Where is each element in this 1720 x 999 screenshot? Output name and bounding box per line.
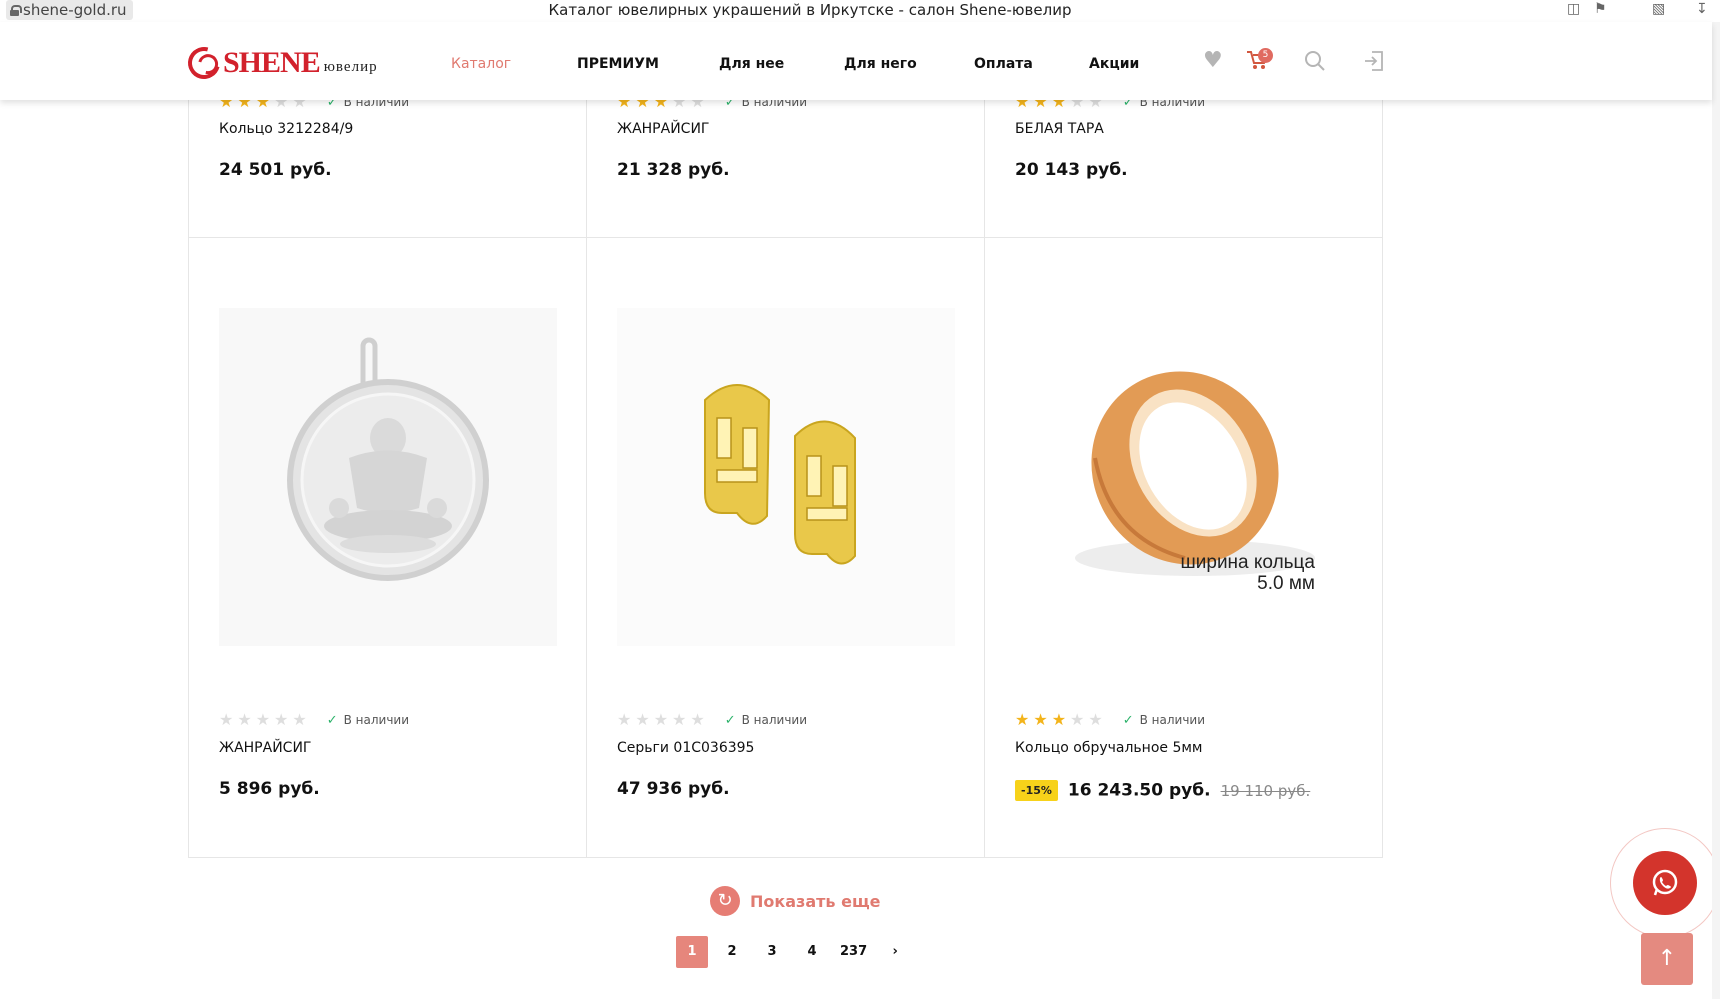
next-page-icon[interactable]: › xyxy=(879,936,911,968)
old-price: 19 110 руб. xyxy=(1220,781,1311,800)
check-icon: ✓ xyxy=(724,712,736,728)
product-card[interactable]: ★ ★ ★ ★ ★ ✓ В наличии ЖАНРАЙСИГ 5 896 руб. xyxy=(189,238,587,858)
cart-count-badge: 5 xyxy=(1258,48,1273,63)
tabs-icon[interactable]: ◫ xyxy=(1567,1,1580,17)
star-icon: ★ xyxy=(653,710,669,729)
product-card[interactable]: ширина кольца 5.0 мм ★ ★ ★ ★ ★ ✓ В наличии Ко… xyxy=(985,238,1383,858)
logo[interactable]: SHENE ювелир xyxy=(182,41,378,85)
nav-catalog[interactable]: Каталог xyxy=(451,56,511,72)
star-icon: ★ xyxy=(219,710,234,729)
product-name[interactable]: ЖАНРАЙСИГ xyxy=(617,121,709,137)
star-icon: ★ xyxy=(255,710,271,729)
page-4[interactable]: 4 xyxy=(796,936,828,968)
product-price: 5 896 руб. xyxy=(219,779,320,799)
product-name[interactable]: Серьги 01С036395 xyxy=(617,740,754,756)
star-icon: ★ xyxy=(292,710,307,729)
page-last[interactable]: 237 xyxy=(836,936,871,968)
nav-for-him[interactable]: Для него xyxy=(844,56,917,72)
product-card[interactable]: ★ ★ ★ ★ ★ ✓ В наличии Серьги 01С036395 47 936… xyxy=(587,238,985,858)
stock-label: В наличии xyxy=(343,713,410,727)
star-icon: ★ xyxy=(1088,710,1103,729)
rating: ★ ★ ★ ★ ★ ✓ В наличии xyxy=(219,712,409,728)
product-price: 47 936 руб. xyxy=(617,779,730,799)
check-icon: ✓ xyxy=(1122,712,1134,728)
product-name[interactable]: БЕЛАЯ ТАРА xyxy=(1015,121,1104,137)
nav-sales[interactable]: Акции xyxy=(1089,56,1139,72)
stock-status: ✓ В наличии xyxy=(1123,713,1205,728)
search-icon[interactable] xyxy=(1304,50,1326,77)
reload-icon: ↻ xyxy=(710,886,740,916)
star-icon: ★ xyxy=(617,710,632,729)
product-price: -15% 16 243.50 руб. 19 110 руб. xyxy=(1015,780,1310,801)
page-3[interactable]: 3 xyxy=(756,936,788,968)
whatsapp-icon xyxy=(1652,869,1678,896)
logo-mark-icon xyxy=(182,41,226,85)
stock-label: В наличии xyxy=(1139,713,1206,727)
star-icon: ★ xyxy=(1033,710,1048,729)
image-caption-width: ширина кольца xyxy=(1181,552,1316,573)
download-icon[interactable]: ↧ xyxy=(1696,1,1708,17)
product-price: 24 501 руб. xyxy=(219,160,332,180)
site-header: SHENE ювелир Каталог ПРЕМИУМ Для нее Для… xyxy=(0,22,1712,100)
star-icon: ★ xyxy=(1070,710,1085,729)
product-name[interactable]: Кольцо обручальное 5мм xyxy=(1015,740,1202,756)
show-more-button[interactable]: ↻ Показать еще xyxy=(710,886,880,916)
rating: ★ ★ ★ ★ ★ ✓ В наличии xyxy=(617,712,807,728)
product-name[interactable]: Кольцо 3212284/9 xyxy=(219,121,353,137)
current-price: 16 243.50 руб. xyxy=(1067,780,1211,801)
image-caption-size: 5.0 мм xyxy=(1257,573,1315,594)
product-price: 20 143 руб. xyxy=(1015,160,1128,180)
whatsapp-button[interactable] xyxy=(1633,851,1697,915)
stock-status: ✓ В наличии xyxy=(327,713,409,728)
star-icon: ★ xyxy=(274,710,289,729)
star-icon: ★ xyxy=(237,710,252,729)
nav-for-her[interactable]: Для нее xyxy=(719,56,784,72)
product-name[interactable]: ЖАНРАЙСИГ xyxy=(219,740,311,756)
nav-payment[interactable]: Оплата xyxy=(974,56,1033,72)
stock-status: ✓ В наличии xyxy=(725,713,807,728)
page-1[interactable]: 1 xyxy=(676,936,708,968)
login-icon[interactable] xyxy=(1364,50,1384,77)
star-icon: ★ xyxy=(690,710,705,729)
show-more-label: Показать еще xyxy=(750,891,881,911)
check-icon: ✓ xyxy=(326,712,338,728)
discount-badge: -15% xyxy=(1015,780,1058,801)
page-2[interactable]: 2 xyxy=(716,936,748,968)
rating: ★ ★ ★ ★ ★ ✓ В наличии xyxy=(1015,712,1205,728)
product-image-silver-pendant[interactable] xyxy=(219,308,557,646)
nav-premium[interactable]: ПРЕМИУМ xyxy=(577,56,659,72)
product-image-gold-ring[interactable]: ширина кольца 5.0 мм xyxy=(1015,308,1353,646)
extensions-icon[interactable]: ▧ xyxy=(1652,1,1665,17)
heart-icon[interactable]: ♥ xyxy=(1203,50,1223,72)
star-icon: ★ xyxy=(1015,710,1030,729)
product-image-gold-earrings[interactable] xyxy=(617,308,955,646)
logo-subtitle: ювелир xyxy=(323,58,378,75)
product-price: 21 328 руб. xyxy=(617,160,730,180)
bookmark-icon[interactable]: ⚑ xyxy=(1594,1,1607,17)
scroll-top-button[interactable]: ↑ xyxy=(1641,933,1693,985)
logo-text: SHENE xyxy=(223,46,321,79)
stock-label: В наличии xyxy=(741,713,808,727)
browser-bar: shene-gold.ru Каталог ювелирных украшени… xyxy=(0,0,1720,22)
page-title: Каталог ювелирных украшений в Иркутске -… xyxy=(548,1,1072,19)
scrollbar[interactable] xyxy=(1712,22,1720,999)
pagination: 1 2 3 4 237 › xyxy=(676,936,911,968)
star-icon: ★ xyxy=(672,710,687,729)
star-icon: ★ xyxy=(1051,710,1067,729)
star-icon: ★ xyxy=(635,710,650,729)
